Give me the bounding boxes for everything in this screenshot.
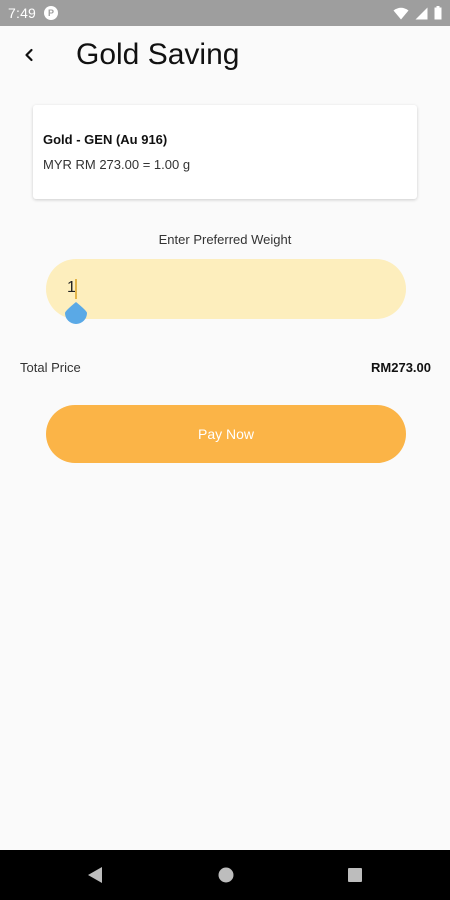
- product-name: Gold - GEN (Au 916): [43, 132, 168, 147]
- status-time: 7:49: [8, 5, 37, 21]
- status-right: [393, 6, 442, 20]
- total-price-value: RM273.00: [371, 360, 431, 375]
- wifi-icon: [393, 7, 409, 19]
- total-price-label: Total Price: [20, 360, 81, 375]
- status-bar: 7:49 P: [0, 0, 450, 26]
- page-title: Gold Saving: [76, 38, 240, 71]
- product-card: Gold - GEN (Au 916) MYR RM 273.00 = 1.00…: [33, 105, 417, 199]
- back-button[interactable]: [14, 40, 44, 70]
- weight-label: Enter Preferred Weight: [158, 232, 292, 247]
- product-rate: MYR RM 273.00 = 1.00 g: [43, 157, 191, 172]
- recents-square-icon[interactable]: [346, 865, 364, 885]
- cursor-handle-icon[interactable]: [65, 302, 87, 324]
- status-left: 7:49 P: [8, 5, 59, 21]
- chevron-left-icon: [25, 48, 33, 62]
- signal-icon: [415, 7, 428, 19]
- battery-icon: [434, 6, 442, 20]
- weight-input[interactable]: 1: [46, 259, 406, 324]
- notification-app-icon: P: [44, 6, 59, 20]
- pay-now-button[interactable]: Pay Now: [46, 405, 406, 463]
- system-nav-bar: [0, 850, 450, 900]
- text-caret: [75, 279, 77, 299]
- back-triangle-icon[interactable]: [86, 865, 104, 885]
- home-circle-icon[interactable]: [216, 865, 236, 885]
- app-header: Gold Saving: [0, 26, 450, 90]
